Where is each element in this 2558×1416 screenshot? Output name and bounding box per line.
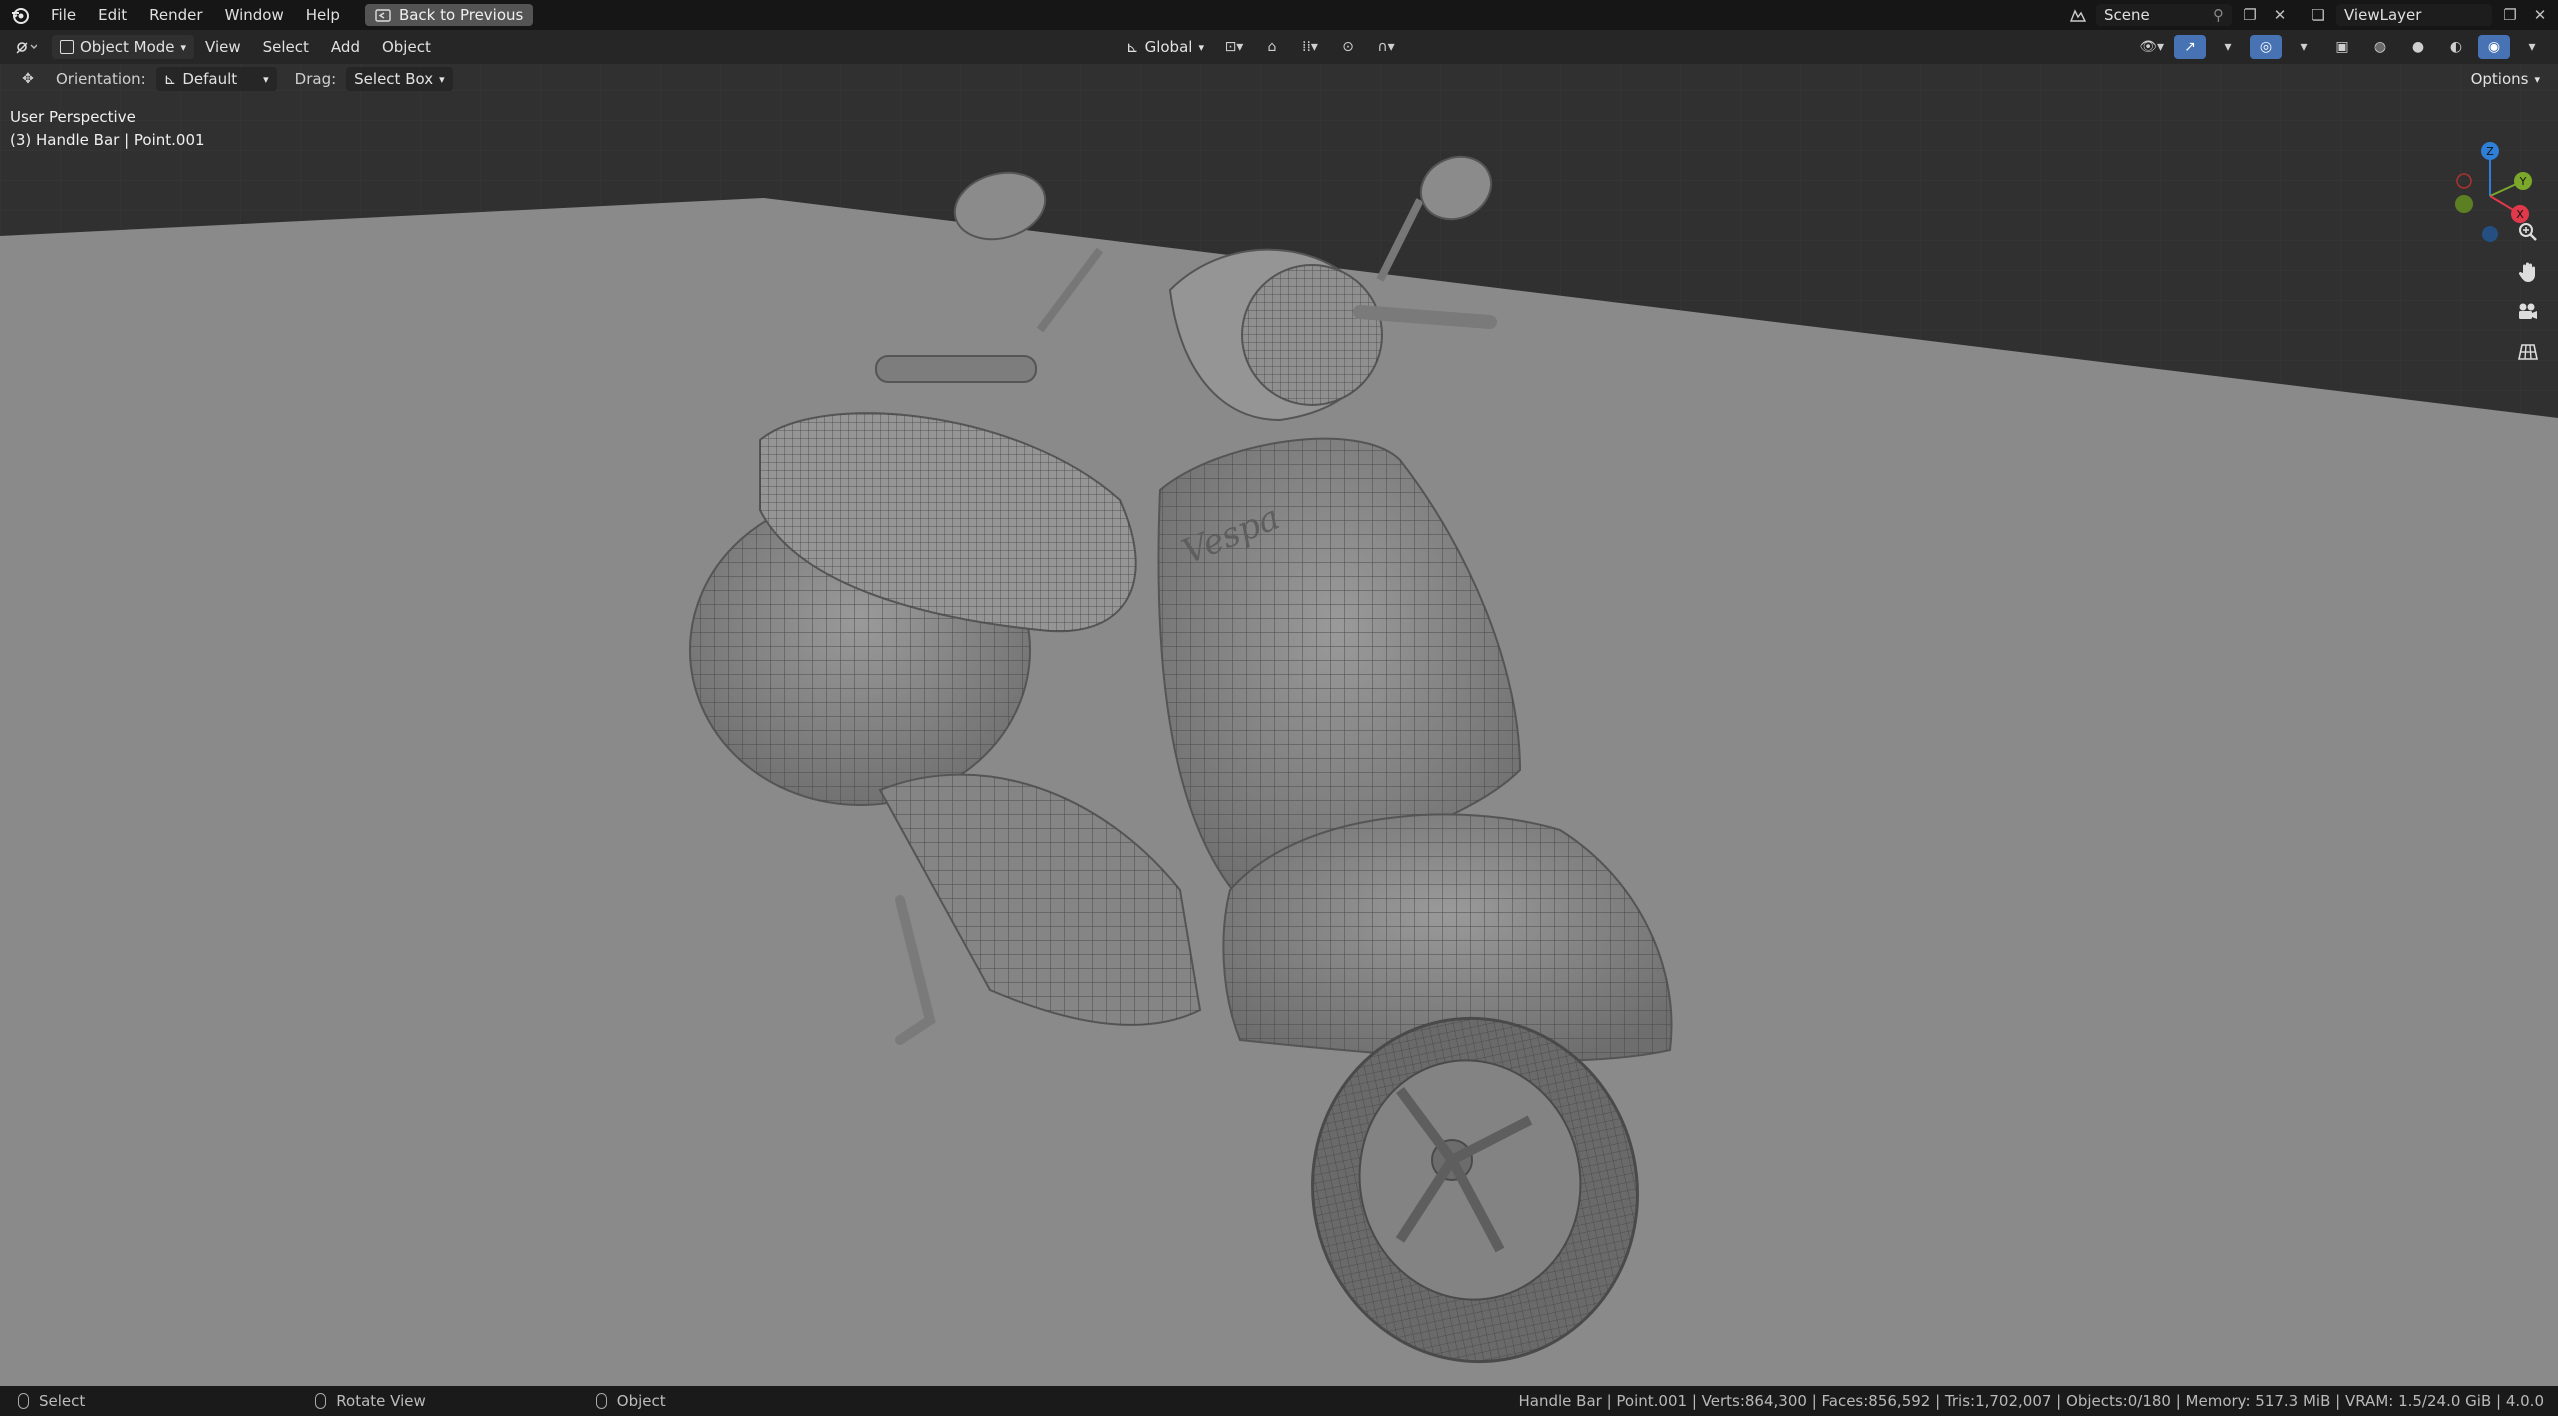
viewport-header: Object Mode ▾ View Select Add Object ⊾ G… bbox=[0, 30, 2558, 64]
3d-viewport[interactable]: Vespa Z Y X User Perspective (3) Handle … bbox=[0, 30, 2558, 1386]
new-view-layer-icon[interactable]: ❐ bbox=[2498, 4, 2522, 26]
chevron-down-icon: ▾ bbox=[439, 72, 445, 86]
object-mode-icon bbox=[60, 40, 74, 54]
middle-mouse-icon bbox=[315, 1393, 327, 1409]
menu-help[interactable]: Help bbox=[295, 0, 351, 30]
transform-orientation-dropdown[interactable]: ⊾ Global ▾ bbox=[1118, 35, 1212, 59]
close-scene-icon[interactable]: ✕ bbox=[2268, 4, 2292, 26]
orientation-axes-icon: ⊾ bbox=[1126, 38, 1139, 56]
menu-window[interactable]: Window bbox=[214, 0, 295, 30]
status-object: Object bbox=[426, 1392, 666, 1410]
scene-name-field[interactable]: Scene ⚲ bbox=[2096, 4, 2232, 26]
orientation-label: Orientation: bbox=[56, 70, 146, 88]
chevron-down-icon: ▾ bbox=[263, 72, 269, 86]
status-select-label: Select bbox=[39, 1392, 86, 1410]
right-mouse-icon bbox=[595, 1393, 607, 1409]
menu-select[interactable]: Select bbox=[252, 38, 320, 56]
solid-shading-icon[interactable]: ● bbox=[2402, 35, 2434, 59]
transform-orientation-label: Global bbox=[1144, 38, 1193, 56]
status-rotate: Rotate View bbox=[85, 1392, 426, 1410]
screen-back-icon bbox=[375, 8, 391, 22]
drag-value: Select Box bbox=[354, 70, 434, 88]
scene-name: Scene bbox=[2104, 6, 2150, 24]
status-object-label: Object bbox=[616, 1392, 666, 1410]
status-bar: Select Rotate View Object Handle Bar | P… bbox=[0, 1386, 2558, 1416]
scene-selector-group: Scene ⚲ ❐ ✕ ❏ ViewLayer ❐ ✕ bbox=[2066, 0, 2558, 30]
neg-z-axis-icon[interactable] bbox=[2482, 226, 2498, 242]
navigation-controls bbox=[2510, 216, 2546, 368]
pivot-point-icon[interactable]: ⊡▾ bbox=[1218, 35, 1250, 59]
xray-toggle-icon[interactable]: ▣ bbox=[2326, 35, 2358, 59]
orientation-dropdown[interactable]: ⊾ Default ▾ bbox=[155, 67, 277, 91]
new-scene-icon[interactable]: ❐ bbox=[2238, 4, 2262, 26]
chevron-down-icon: ▾ bbox=[1198, 40, 1204, 54]
shading-dropdown-icon[interactable]: ▾ bbox=[2516, 35, 2548, 59]
scene-icon[interactable] bbox=[2066, 4, 2090, 26]
material-shading-icon[interactable]: ◐ bbox=[2440, 35, 2472, 59]
options-label: Options bbox=[2470, 70, 2529, 88]
status-rotate-label: Rotate View bbox=[336, 1392, 426, 1410]
pan-hand-icon[interactable] bbox=[2510, 256, 2546, 288]
active-object-label: (3) Handle Bar | Point.001 bbox=[10, 131, 205, 149]
zoom-icon[interactable] bbox=[2510, 216, 2546, 248]
gizmo-toggle-icon[interactable]: ↗ bbox=[2174, 35, 2206, 59]
viewport-info: User Perspective (3) Handle Bar | Point.… bbox=[10, 106, 205, 152]
status-select: Select bbox=[0, 1392, 85, 1410]
drag-label: Drag: bbox=[294, 70, 337, 88]
menu-render[interactable]: Render bbox=[138, 0, 213, 30]
menu-file[interactable]: File bbox=[40, 0, 87, 30]
transform-tools: ⊾ Global ▾ ⊡▾ ⌂ ⁞⁞▾ ⊙ ∩▾ bbox=[1118, 30, 1402, 64]
orientation-axes-icon: ⊾ bbox=[163, 70, 177, 88]
proportional-edit-icon[interactable]: ⊙ bbox=[1332, 35, 1364, 59]
editor-type-icon[interactable] bbox=[10, 35, 42, 59]
snap-element-icon[interactable]: ⁞⁞▾ bbox=[1294, 35, 1326, 59]
mode-dropdown[interactable]: Object Mode ▾ bbox=[52, 35, 195, 59]
options-dropdown[interactable]: Options ▾ bbox=[2463, 67, 2548, 91]
close-view-layer-icon[interactable]: ✕ bbox=[2528, 4, 2552, 26]
z-axis-label: Z bbox=[2486, 145, 2494, 158]
neg-x-axis-icon[interactable] bbox=[2456, 173, 2472, 189]
mode-label: Object Mode bbox=[80, 38, 175, 56]
perspective-label: User Perspective bbox=[10, 108, 136, 126]
view-layer-icon[interactable]: ❏ bbox=[2306, 4, 2330, 26]
menu-edit[interactable]: Edit bbox=[87, 0, 138, 30]
menu-object[interactable]: Object bbox=[371, 38, 442, 56]
overlay-dropdown-icon[interactable]: ▾ bbox=[2288, 35, 2320, 59]
gizmo-dropdown-icon[interactable]: ▾ bbox=[2212, 35, 2244, 59]
chevron-down-icon: ▾ bbox=[2534, 72, 2540, 86]
viewport-scene: Vespa bbox=[0, 30, 2558, 1386]
visibility-eye-icon[interactable]: 👁▾ bbox=[2135, 35, 2168, 59]
chevron-down-icon: ▾ bbox=[180, 40, 187, 54]
scene-statistics: Handle Bar | Point.001 | Verts:864,300 |… bbox=[1518, 1392, 2544, 1410]
top-bar: File Edit Render Window Help Back to Pre… bbox=[0, 0, 2558, 30]
viewport-display-tools: 👁▾ ↗ ▾ ◎ ▾ ▣ ◍ ● ◐ ◉ ▾ bbox=[2135, 30, 2548, 64]
menu-add[interactable]: Add bbox=[320, 38, 371, 56]
camera-icon[interactable] bbox=[2510, 296, 2546, 328]
tool-settings-bar: ✥ Orientation: ⊾ Default ▾ Drag: Select … bbox=[0, 64, 2558, 94]
menu-view[interactable]: View bbox=[194, 38, 252, 56]
orientation-value: Default bbox=[182, 70, 238, 88]
blender-logo-icon[interactable] bbox=[0, 0, 40, 30]
rendered-shading-icon[interactable]: ◉ bbox=[2478, 35, 2510, 59]
overlay-toggle-icon[interactable]: ◎ bbox=[2250, 35, 2282, 59]
snap-toggle-icon[interactable]: ⌂ bbox=[1256, 35, 1288, 59]
y-axis-label: Y bbox=[2519, 175, 2527, 188]
pin-icon[interactable]: ⚲ bbox=[2213, 6, 2224, 24]
back-to-previous-label: Back to Previous bbox=[398, 6, 524, 24]
neg-y-axis-icon[interactable] bbox=[2455, 195, 2473, 213]
falloff-curve-icon[interactable]: ∩▾ bbox=[1370, 35, 1402, 59]
ortho-grid-icon[interactable] bbox=[2510, 336, 2546, 368]
view-layer-field[interactable]: ViewLayer bbox=[2336, 4, 2492, 26]
back-to-previous-button[interactable]: Back to Previous bbox=[364, 4, 534, 26]
drag-dropdown[interactable]: Select Box ▾ bbox=[346, 67, 453, 91]
left-mouse-icon bbox=[18, 1393, 29, 1409]
move-tool-icon[interactable]: ✥ bbox=[12, 67, 44, 91]
wireframe-shading-icon[interactable]: ◍ bbox=[2364, 35, 2396, 59]
view-layer-name: ViewLayer bbox=[2344, 6, 2422, 24]
